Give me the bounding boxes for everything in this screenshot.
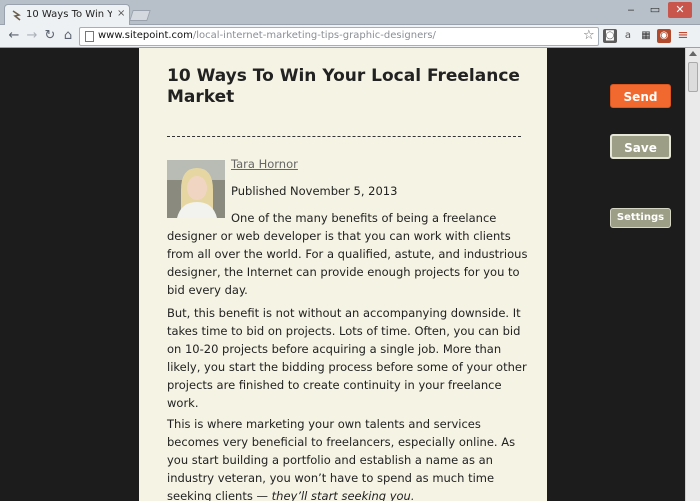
browser-toolbar: ← → ↻ ⌂ www.sitepoint.com/local-internet…: [0, 25, 700, 48]
settings-button[interactable]: Settings: [610, 208, 671, 228]
browser-tab[interactable]: 10 Ways To Win Your Local Freelance Mark…: [4, 4, 130, 26]
back-icon[interactable]: ←: [6, 28, 22, 44]
text-line: becomes very beneficial to freelancers, …: [167, 435, 516, 449]
extension-a-icon[interactable]: a: [621, 29, 635, 43]
forward-icon[interactable]: →: [24, 28, 40, 44]
url-host: www.sitepoint.com: [98, 30, 193, 41]
text-line: projects are finished to create continui…: [167, 378, 502, 392]
new-tab-button[interactable]: [129, 10, 151, 21]
paragraph: One of the many benefits of being a free…: [167, 209, 528, 299]
extension-puzzle-icon[interactable]: ▦: [639, 29, 653, 43]
publish-date: Published November 5, 2013: [231, 184, 398, 198]
tab-title: 10 Ways To Win Your Local Freelance Mark…: [26, 9, 112, 20]
maximize-icon[interactable]: ▭: [644, 2, 666, 18]
text-line: This is where marketing your own talents…: [167, 417, 481, 431]
extension-avatar-icon[interactable]: ◙: [603, 29, 617, 43]
tab-strip: 10 Ways To Win Your Local Freelance Mark…: [0, 0, 700, 26]
text-line: bid every day.: [167, 283, 248, 297]
text-line: One of the many benefits of being a free…: [231, 211, 497, 225]
extension-orange-icon[interactable]: ◉: [657, 29, 671, 43]
title-line: Market: [167, 87, 235, 107]
home-icon[interactable]: ⌂: [60, 28, 76, 44]
divider: [167, 136, 521, 137]
save-button[interactable]: Save: [610, 134, 671, 159]
text-line: industry veteran, you won’t have to spen…: [167, 471, 495, 485]
article: 10 Ways To Win Your Local Freelance Mark…: [139, 48, 547, 501]
author-link[interactable]: Tara Hornor: [231, 157, 298, 171]
vertical-scrollbar[interactable]: [685, 48, 700, 501]
text-line: takes time to bid on projects. Lots of t…: [167, 324, 521, 338]
url-path: /local-internet-marketing-tips-graphic-d…: [192, 30, 436, 41]
text-line: work.: [167, 396, 199, 410]
paragraph: But, this benefit is not without an acco…: [167, 304, 527, 412]
emphasis-text: they’ll start seeking you.: [271, 489, 415, 501]
reload-icon[interactable]: ↻: [42, 28, 58, 44]
text-line: likely, you start the bidding process be…: [167, 360, 527, 374]
sitepoint-favicon-icon: [12, 10, 21, 21]
text-line: seeking clients — they’ll start seeking …: [167, 487, 525, 501]
url-text: www.sitepoint.com/local-internet-marketi…: [98, 30, 436, 41]
close-tab-icon[interactable]: ×: [117, 8, 125, 19]
scroll-up-arrow-icon[interactable]: [689, 51, 697, 56]
browser-chrome: 10 Ways To Win Your Local Freelance Mark…: [0, 0, 700, 48]
address-bar[interactable]: www.sitepoint.com/local-internet-marketi…: [79, 27, 599, 46]
paragraph: This is where marketing your own talents…: [167, 415, 525, 501]
text-line: But, this benefit is not without an acco…: [167, 306, 521, 320]
title-line: 10 Ways To Win Your Local Freelance: [167, 66, 520, 86]
menu-icon[interactable]: ≡: [676, 29, 690, 43]
close-window-icon[interactable]: ✕: [668, 2, 692, 18]
article-title: 10 Ways To Win Your Local Freelance Mark…: [167, 66, 527, 108]
text-line: from all over the world. For a qualified…: [167, 247, 528, 261]
page-viewport: 10 Ways To Win Your Local Freelance Mark…: [0, 48, 685, 501]
scroll-thumb[interactable]: [688, 62, 698, 92]
send-button[interactable]: Send: [610, 84, 671, 108]
page-icon: [85, 31, 94, 42]
bookmark-star-icon[interactable]: ☆: [583, 28, 595, 43]
text-line: designer or web developer is that you ca…: [167, 229, 511, 243]
minimize-icon[interactable]: ‒: [620, 2, 642, 18]
text-fragment: seeking clients —: [167, 489, 272, 501]
text-line: you start building a portfolio and estab…: [167, 453, 493, 467]
text-line: designer, the Internet can provide enoug…: [167, 265, 520, 279]
text-line: on 10-20 projects before acquiring a sin…: [167, 342, 502, 356]
